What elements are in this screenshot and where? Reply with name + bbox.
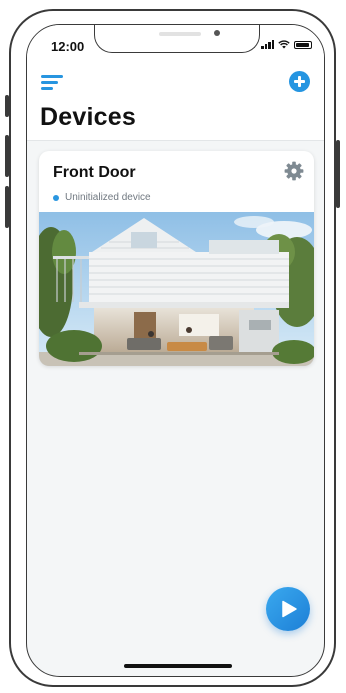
add-device-button[interactable] <box>289 71 310 92</box>
status-icons <box>261 40 312 49</box>
device-name: Front Door <box>53 164 136 181</box>
speaker-grille <box>159 32 201 36</box>
notch <box>94 25 260 53</box>
camera-snapshot-image <box>39 212 314 366</box>
device-status: Uninitialized device <box>53 192 151 203</box>
home-indicator <box>124 664 232 668</box>
app-header: 12:00 Devices <box>27 25 324 141</box>
wifi-icon <box>278 40 290 49</box>
status-time: 12:00 <box>51 39 85 54</box>
play-icon <box>282 600 297 618</box>
page-title: Devices <box>40 103 136 131</box>
device-card[interactable]: Front Door Uninitialized device <box>39 151 314 366</box>
gear-icon[interactable] <box>282 159 306 183</box>
signal-icon <box>261 40 274 49</box>
play-button[interactable] <box>266 587 310 631</box>
menu-icon[interactable] <box>41 73 63 91</box>
status-dot <box>53 194 59 201</box>
device-status-text: Uninitialized device <box>65 192 151 203</box>
battery-icon <box>294 40 312 49</box>
power-button <box>336 140 340 208</box>
front-camera <box>214 30 220 36</box>
phone-screen: 12:00 Devices Front Door Uninitialized d… <box>26 24 325 677</box>
